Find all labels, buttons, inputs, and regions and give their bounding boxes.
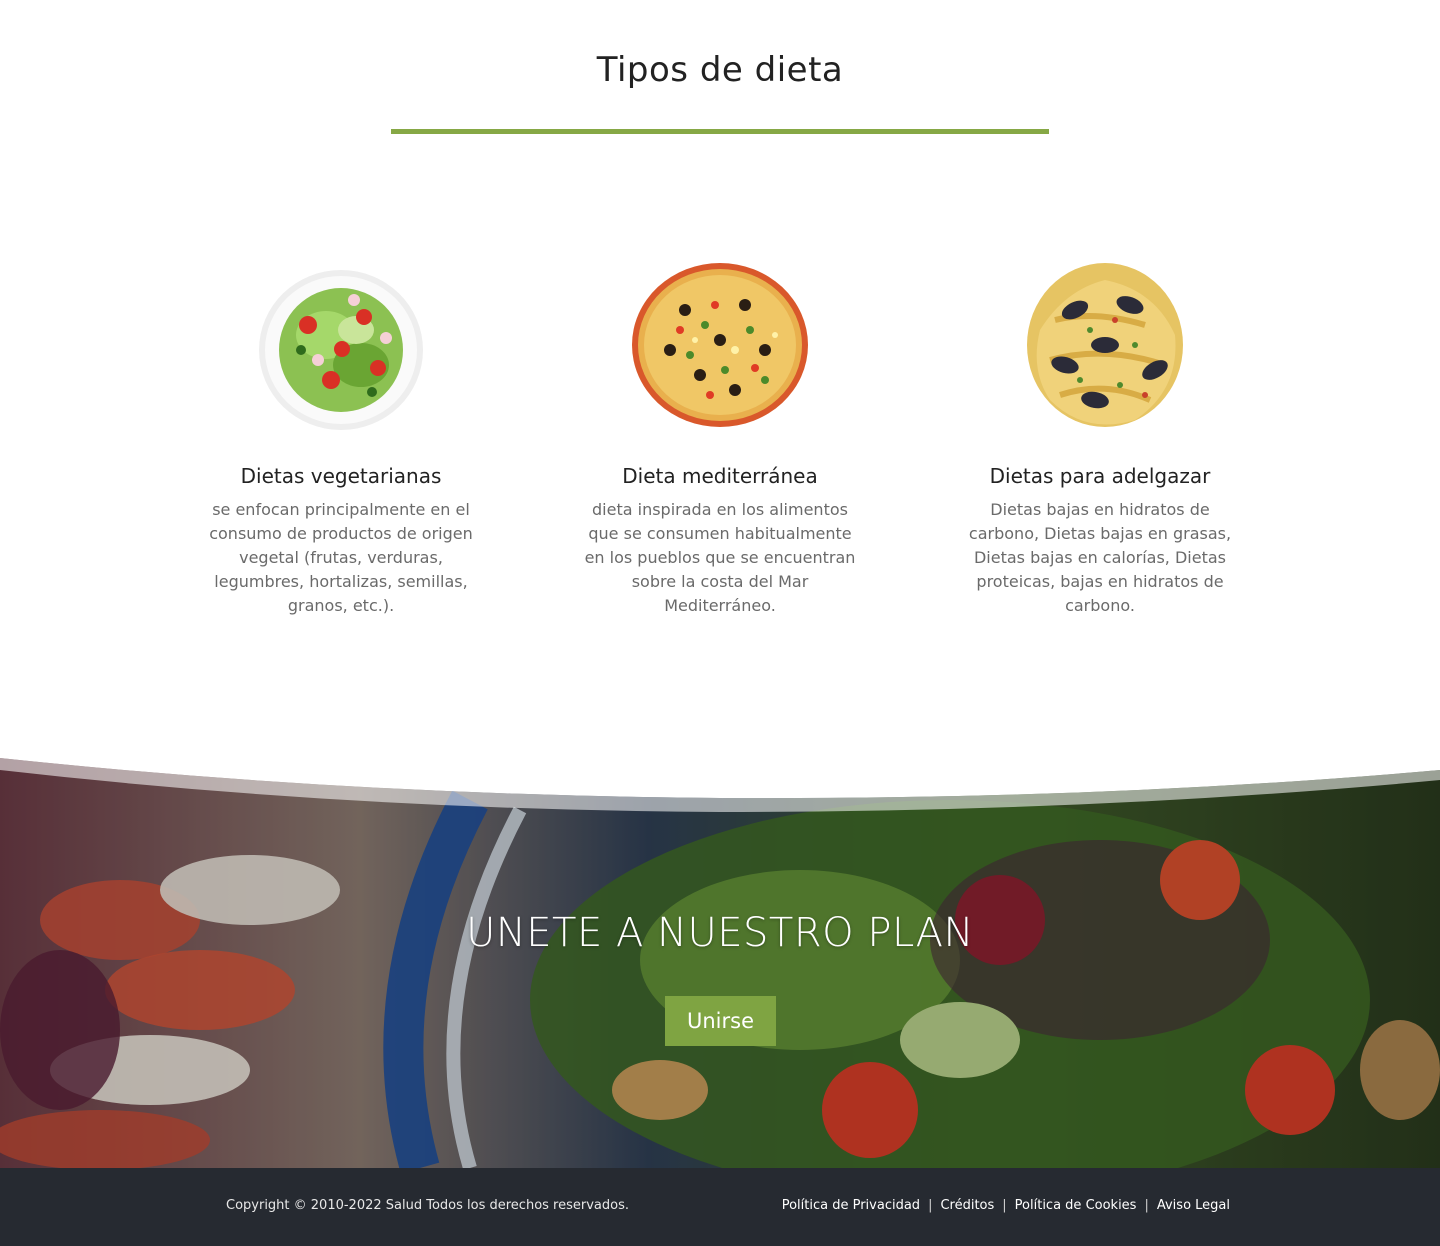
footer-links: Política de Privacidad | Créditos | Polí… (782, 1198, 1230, 1213)
footer-separator: | (1144, 1198, 1149, 1213)
card-description: dieta inspirada en los alimentos que se … (584, 500, 856, 615)
card-description: se enfocan principalmente en el consumo … (209, 500, 473, 615)
footer-link-credits[interactable]: Créditos (940, 1198, 994, 1213)
footer-separator: | (1002, 1198, 1007, 1213)
seafood-pasta-image (1027, 263, 1183, 427)
footer-link-legal[interactable]: Aviso Legal (1157, 1198, 1230, 1213)
salad-bowl-image (259, 270, 423, 430)
section-title: Tipos de dieta (596, 50, 844, 90)
diet-card-weight-loss: Dietas para adelgazar Dietas bajas en hi… (950, 250, 1250, 618)
pizza-image (632, 263, 808, 427)
diet-card-mediterranean: Dieta mediterránea dieta inspirada en lo… (570, 250, 870, 618)
site-footer: Copyright © 2010-2022 Salud Todos los de… (0, 1168, 1440, 1246)
card-title: Dietas vegetarianas (240, 464, 442, 488)
title-divider (391, 129, 1049, 134)
footer-link-privacy[interactable]: Política de Privacidad (782, 1198, 920, 1213)
footer-link-cookies[interactable]: Política de Cookies (1015, 1198, 1137, 1213)
join-button[interactable]: Unirse (665, 996, 776, 1046)
join-plan-banner: UNETE A NUESTRO PLAN Unirse (0, 740, 1440, 1168)
copyright-text: Copyright © 2010-2022 Salud Todos los de… (226, 1198, 629, 1213)
diet-types-section: Tipos de dieta Dietas vegetarianas se en… (0, 0, 1440, 740)
diet-card-vegetarian: Dietas vegetarianas se enfocan principal… (191, 250, 491, 618)
join-heading: UNETE A NUESTRO PLAN (466, 910, 974, 956)
card-description: Dietas bajas en hidratos de carbono, Die… (968, 500, 1232, 615)
card-title: Dieta mediterránea (622, 464, 818, 488)
footer-separator: | (928, 1198, 933, 1213)
card-title: Dietas para adelgazar (989, 464, 1211, 488)
